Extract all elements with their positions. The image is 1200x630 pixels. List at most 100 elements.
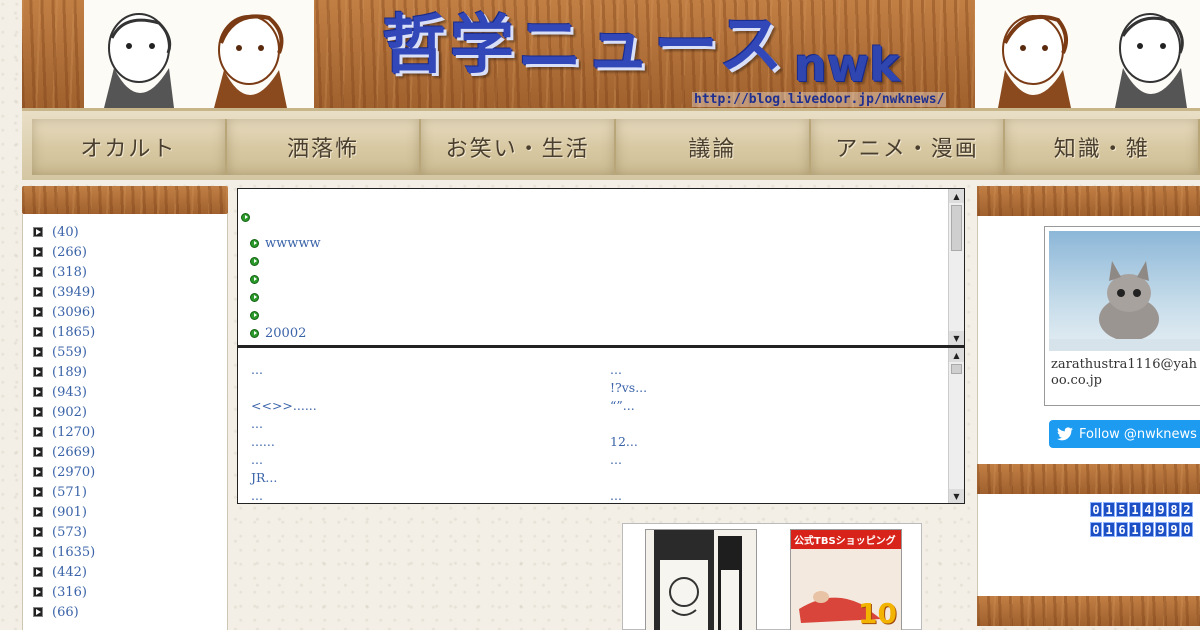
feed-item[interactable] xyxy=(250,270,265,288)
category-count: (573) xyxy=(52,524,87,540)
link-item[interactable]: ...... xyxy=(251,434,275,449)
category-item[interactable]: (316) xyxy=(23,582,227,602)
arrow-bullet-icon xyxy=(33,347,43,357)
nav-item-comedy-life[interactable]: お笑い・生活 xyxy=(421,119,615,175)
counter-digit: 0 xyxy=(1090,522,1102,537)
banner-title: 哲学ニュース xyxy=(382,9,787,83)
ad-sake-image[interactable] xyxy=(645,529,757,630)
category-item[interactable]: (2669) xyxy=(23,442,227,462)
scroll-down-icon[interactable]: ▼ xyxy=(949,489,964,503)
arrow-bullet-icon xyxy=(33,467,43,477)
link-list-scrollbar[interactable]: ▲ ▼ xyxy=(948,348,964,503)
category-item[interactable]: (559) xyxy=(23,342,227,362)
feed-scrollbar[interactable]: ▲ ▼ xyxy=(948,189,964,345)
site-header: 哲学ニュース nwk http://blog.livedoor.jp/nwkne… xyxy=(22,0,1200,108)
philosopher-portrait-left xyxy=(84,0,314,108)
feed-item[interactable] xyxy=(250,306,265,324)
feed-item[interactable] xyxy=(250,252,265,270)
category-item[interactable]: (442) xyxy=(23,562,227,582)
arrow-bullet-icon xyxy=(33,607,43,617)
ad-tbs-shopping-image[interactable]: 公式TBSショッピング 10 xyxy=(790,529,902,630)
counter-digit: 9 xyxy=(1155,522,1167,537)
category-item[interactable]: (1635) xyxy=(23,542,227,562)
link-item[interactable]: ... xyxy=(610,452,622,467)
link-item[interactable]: JR... xyxy=(251,470,277,485)
banner-url[interactable]: http://blog.livedoor.jp/nwknews/ xyxy=(692,92,947,107)
arrow-bullet-icon xyxy=(33,267,43,277)
green-arrow-icon xyxy=(241,212,250,222)
category-count: (2669) xyxy=(52,444,96,460)
link-item[interactable]: <<>>...... xyxy=(251,398,317,413)
category-item[interactable]: (3096) xyxy=(23,302,227,322)
category-count: (943) xyxy=(52,384,87,400)
link-item[interactable]: ... xyxy=(251,362,263,377)
news-feed-box[interactable]: wwwww 20002 ▲ ▼ xyxy=(237,188,965,346)
category-item[interactable]: (3949) xyxy=(23,282,227,302)
link-list-box[interactable]: ... <<>>...... ... ...... ... JR... ... … xyxy=(237,346,965,504)
category-item[interactable]: (318) xyxy=(23,262,227,282)
category-count: (266) xyxy=(52,244,87,260)
scroll-up-icon[interactable]: ▲ xyxy=(949,348,964,362)
feed-item[interactable] xyxy=(250,288,265,306)
feed-item[interactable]: wwwww xyxy=(250,234,321,252)
category-item[interactable]: (943) xyxy=(23,382,227,402)
arrow-bullet-icon xyxy=(33,587,43,597)
link-item[interactable]: ... xyxy=(251,416,263,431)
nav-item-knowledge[interactable]: 知識・雑 xyxy=(1005,119,1199,175)
link-item[interactable]: ... xyxy=(610,488,622,503)
green-arrow-icon xyxy=(250,310,259,320)
counter-digit: 4 xyxy=(1142,502,1154,517)
nav-item-sharekowa[interactable]: 洒落怖 xyxy=(226,119,420,175)
feed-item[interactable]: 20002 xyxy=(250,324,306,342)
category-count: (3949) xyxy=(52,284,96,300)
category-item[interactable]: (189) xyxy=(23,362,227,382)
arrow-bullet-icon xyxy=(33,527,43,537)
sidebar-header-bar xyxy=(977,186,1200,216)
arrow-bullet-icon xyxy=(33,387,43,397)
category-count: (902) xyxy=(52,404,87,420)
category-item[interactable]: (66) xyxy=(23,602,227,622)
counter-digit: 6 xyxy=(1116,522,1128,537)
arrow-bullet-icon xyxy=(33,227,43,237)
link-item[interactable]: 12... xyxy=(610,434,638,449)
sidebar-header-bar xyxy=(22,186,228,214)
philosopher-face-icon xyxy=(998,14,1071,108)
green-arrow-icon xyxy=(250,256,259,266)
category-item[interactable]: (571) xyxy=(23,482,227,502)
link-item[interactable]: ... xyxy=(251,452,263,467)
link-item[interactable]: “”... xyxy=(610,398,635,413)
scroll-thumb[interactable] xyxy=(951,364,962,374)
nav-item-anime-manga[interactable]: アニメ・漫画 xyxy=(810,119,1004,175)
twitter-follow-button[interactable]: Follow @nwknews xyxy=(1049,420,1200,448)
feed-item-label: 20002 xyxy=(265,325,307,341)
feed-item[interactable] xyxy=(241,208,256,226)
sidebar-header-bar xyxy=(977,596,1200,626)
category-nav: オカルト 洒落怖 お笑い・生活 議論 アニメ・漫画 知識・雑 xyxy=(22,108,1200,180)
category-count: (571) xyxy=(52,484,87,500)
scroll-thumb[interactable] xyxy=(951,205,962,251)
arrow-bullet-icon xyxy=(33,427,43,437)
link-item[interactable]: !?vs... xyxy=(610,380,647,395)
category-list: (40) (266) (318) (3949) (3096) (1865) (5… xyxy=(22,214,228,630)
nav-item-debate[interactable]: 議論 xyxy=(616,119,809,175)
category-item[interactable]: (40) xyxy=(23,222,227,242)
banner-subtitle: nwk xyxy=(794,38,900,92)
category-item[interactable]: (266) xyxy=(23,242,227,262)
nav-item-occult[interactable]: オカルト xyxy=(32,119,225,175)
profile-email: zarathustra1116@yahoo.co.jp xyxy=(1051,357,1197,388)
arrow-bullet-icon xyxy=(33,487,43,497)
category-count: (1635) xyxy=(52,544,96,560)
category-item[interactable]: (1865) xyxy=(23,322,227,342)
green-arrow-icon xyxy=(250,292,259,302)
link-item[interactable]: ... xyxy=(251,488,263,503)
feed-item-label: wwwww xyxy=(265,235,321,251)
category-item[interactable]: (902) xyxy=(23,402,227,422)
scroll-down-icon[interactable]: ▼ xyxy=(949,331,964,345)
counter-digit: 8 xyxy=(1168,502,1180,517)
category-item[interactable]: (901) xyxy=(23,502,227,522)
link-item[interactable]: ... xyxy=(610,362,622,377)
scroll-up-icon[interactable]: ▲ xyxy=(949,189,964,203)
category-item[interactable]: (1270) xyxy=(23,422,227,442)
category-item[interactable]: (2970) xyxy=(23,462,227,482)
category-item[interactable]: (573) xyxy=(23,522,227,542)
